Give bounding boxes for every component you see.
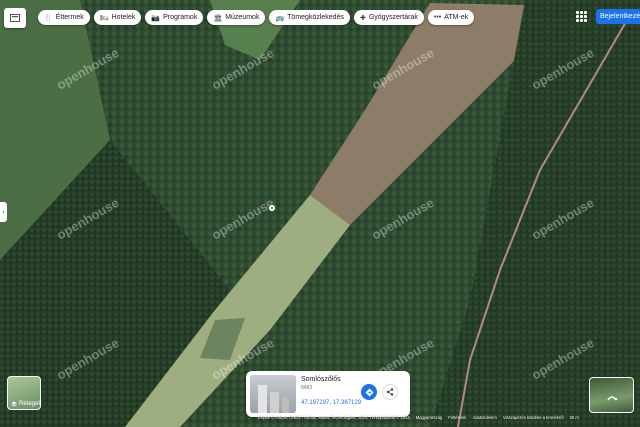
directions-button[interactable] bbox=[361, 384, 377, 400]
menu-button[interactable] bbox=[4, 8, 26, 28]
layers-button[interactable]: Rétegek bbox=[7, 376, 41, 410]
footer-link-privacy[interactable]: Adatvédelem bbox=[472, 415, 496, 423]
place-card[interactable]: Somlószőlős 8483 47.197297, 17.387129 bbox=[246, 371, 410, 417]
chip-label: Hotelek bbox=[111, 14, 136, 21]
chip-label: Múzeumok bbox=[225, 14, 260, 21]
museum-icon: 🏛 bbox=[213, 14, 223, 22]
restaurant-icon: 🍴 bbox=[44, 14, 53, 22]
satellite-map[interactable]: openhouse openhouse openhouse openhouse … bbox=[0, 0, 640, 427]
location-pin-icon[interactable] bbox=[268, 204, 276, 212]
collapse-panel-button[interactable]: ‹ bbox=[0, 202, 7, 222]
scale-label[interactable]: 50 m bbox=[570, 415, 579, 423]
camera-icon: 📷 bbox=[151, 14, 161, 22]
map-footer: Képek © Airbus, CNES / Airbus, Maxar Tec… bbox=[258, 415, 579, 423]
top-toolbar: 🍴 Éttermek 🛏 Hotelek 📷 Programok 🏛 Múzeumok … bbox=[0, 8, 640, 30]
layers-label: Rétegek bbox=[19, 401, 42, 407]
share-icon bbox=[386, 388, 394, 396]
chip-label: Gyógyszertárak bbox=[368, 14, 418, 21]
chip-pharmacies[interactable]: ✚ Gyógyszertárak bbox=[353, 10, 424, 25]
directions-icon bbox=[365, 388, 373, 396]
chip-atms[interactable]: ••• ATM-ek bbox=[427, 10, 475, 25]
place-title: Somlószőlős bbox=[301, 376, 341, 383]
category-chips: 🍴 Éttermek 🛏 Hotelek 📷 Programok 🏛 Múzeumok … bbox=[38, 10, 475, 25]
place-photo[interactable] bbox=[250, 375, 296, 413]
card-icon bbox=[10, 14, 20, 22]
chip-label: Tömegközlekedés bbox=[287, 14, 344, 21]
apps-grid-icon[interactable] bbox=[576, 11, 587, 22]
atm-icon: ••• bbox=[433, 14, 442, 21]
transit-icon: 🚌 bbox=[275, 14, 285, 22]
footer-link-country[interactable]: Magyarország bbox=[416, 415, 443, 423]
layers-icon bbox=[11, 401, 17, 407]
chip-label: Programok bbox=[163, 14, 198, 21]
place-postcode: 8483 bbox=[301, 385, 313, 391]
layers-label-wrap: Rétegek bbox=[11, 401, 41, 407]
signin-button[interactable]: Bejelentkezés bbox=[596, 9, 640, 24]
chip-museums[interactable]: 🏛 Múzeumok bbox=[207, 10, 266, 25]
chip-restaurants[interactable]: 🍴 Éttermek bbox=[38, 10, 90, 25]
rotate-arrow-icon bbox=[606, 396, 617, 401]
chip-programs[interactable]: 📷 Programok bbox=[145, 10, 204, 25]
pharmacy-icon: ✚ bbox=[359, 14, 366, 22]
street-view-thumbnail[interactable] bbox=[589, 377, 634, 413]
footer-link-feedback[interactable]: Visszajelzés küldése a termékről bbox=[503, 415, 564, 423]
chip-label: Éttermek bbox=[55, 14, 84, 21]
chevron-left-icon: ‹ bbox=[2, 208, 5, 216]
place-coordinates[interactable]: 47.197297, 17.387129 bbox=[301, 400, 361, 406]
hotel-icon: 🛏 bbox=[99, 14, 109, 22]
share-button[interactable] bbox=[382, 384, 398, 400]
chip-hotels[interactable]: 🛏 Hotelek bbox=[93, 10, 142, 25]
attribution-text: Képek © Airbus, CNES / Airbus, Maxar Tec… bbox=[258, 415, 410, 420]
footer-link-terms[interactable]: Feltételek bbox=[448, 415, 466, 423]
chip-transit[interactable]: 🚌 Tömegközlekedés bbox=[269, 10, 350, 25]
chip-label: ATM-ek bbox=[444, 14, 469, 21]
